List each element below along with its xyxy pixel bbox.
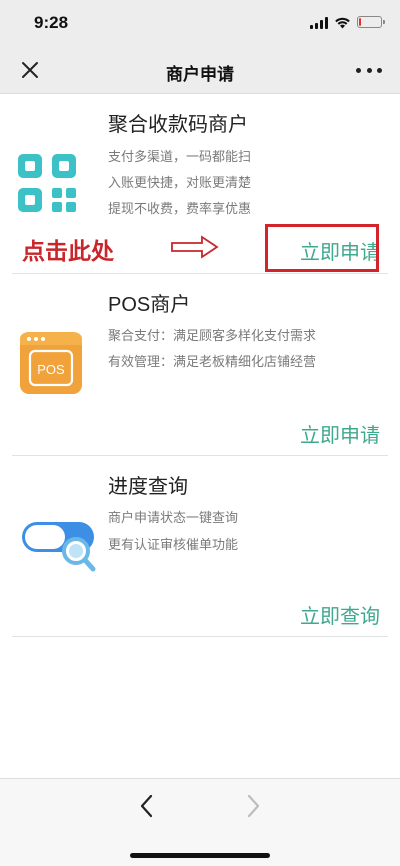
chevron-left-icon[interactable] <box>136 793 158 819</box>
card-title: 进度查询 <box>108 474 188 498</box>
signal-icon <box>310 16 328 29</box>
page-title: 商户申请 <box>166 65 234 85</box>
card-desc-line: 更有认证审核催单功能 <box>108 538 239 553</box>
card-desc-line: 支付多渠道，一码都能扫 <box>108 150 252 165</box>
status-time: 9:28 <box>34 13 69 32</box>
card-desc-line: 商户申请状态一键查询 <box>108 511 239 526</box>
qr-code-icon <box>18 154 76 212</box>
battery-icon <box>357 16 385 28</box>
highlight-box <box>265 224 379 272</box>
card-title: POS商户 <box>108 294 191 316</box>
divider <box>12 273 388 274</box>
pos-icon-label: POS <box>37 362 65 377</box>
card-desc-line: 提现不收费，费率享优惠 <box>108 202 252 217</box>
search-toggle-icon <box>22 522 96 572</box>
divider <box>12 455 388 456</box>
pos-terminal-icon: POS <box>20 332 82 394</box>
card-desc-line: 有效管理：满足老板精细化店铺经营 <box>108 355 317 370</box>
card-desc-line: 聚合支付：满足顾客多样化支付需求 <box>108 329 317 344</box>
bottom-toolbar <box>0 778 400 866</box>
status-bar: 9:28 <box>0 0 400 46</box>
card-title: 聚合收款码商户 <box>108 112 248 136</box>
card-desc-line: 入账更快捷，对账更清楚 <box>108 176 252 191</box>
query-button[interactable]: 立即查询 <box>300 600 380 629</box>
chevron-right-icon[interactable] <box>242 793 264 819</box>
more-dots-icon[interactable] <box>356 58 382 82</box>
battery-level <box>359 18 361 26</box>
divider <box>12 636 388 637</box>
status-icons <box>310 14 385 30</box>
annotation-label: 点击此处 <box>22 238 114 265</box>
wifi-icon <box>335 17 350 28</box>
nav-bar: 商户申请 <box>0 46 400 94</box>
apply-button[interactable]: 立即申请 <box>300 419 380 448</box>
right-arrow-outline-icon <box>171 235 219 259</box>
home-indicator <box>130 853 270 858</box>
